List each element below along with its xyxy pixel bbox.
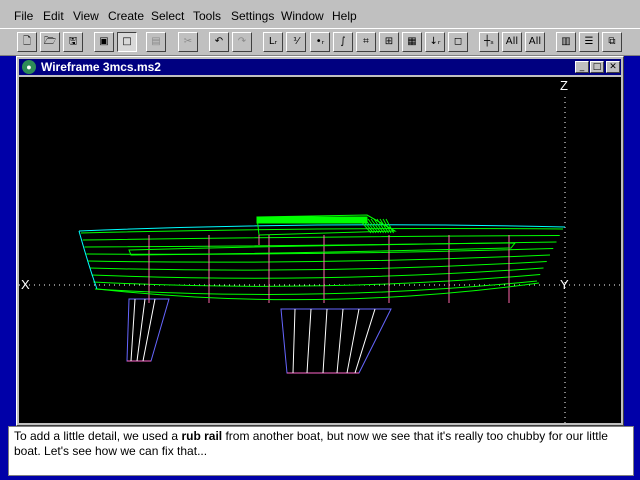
hull-waterline [87, 254, 551, 263]
fraction-button[interactable]: ⅟ [286, 32, 306, 52]
cut-button[interactable]: ✂ [178, 32, 198, 52]
new-document-icon: 🗋 [22, 36, 32, 47]
cabin-hatch-line [361, 218, 374, 234]
hull-waterline [94, 280, 538, 295]
view-window-icon: □ [122, 36, 132, 47]
surface-button[interactable]: ⌗ [356, 32, 376, 52]
new-document-button[interactable]: 🗋 [17, 32, 37, 52]
hull-waterline [93, 274, 541, 287]
redo-button[interactable]: ↷ [232, 32, 252, 52]
mesh-button[interactable]: ▦ [402, 32, 422, 52]
wireframe-window: ● Wireframe 3mcs.ms2 _ □ ✕ X Y Z [16, 56, 624, 426]
caption-text-bold: rub rail [181, 429, 223, 443]
save-button[interactable]: 🖫 [63, 32, 83, 52]
table-icon: ▤ [151, 36, 161, 47]
cabin-hatch-line [364, 218, 377, 234]
keel-line [336, 308, 344, 374]
cascade-icon: ⧉ [608, 36, 616, 47]
curve-button[interactable]: ∫ [333, 32, 353, 52]
measure-icon: ┼ₛ [484, 36, 494, 47]
all-minus-button[interactable]: All [525, 32, 545, 52]
z-axis-label: Z [560, 78, 568, 93]
wireframe-viewport[interactable]: X Y Z [19, 77, 621, 423]
surface-icon: ⌗ [363, 36, 369, 47]
tutorial-caption: To add a little detail, we used a rub ra… [8, 426, 634, 476]
menu-tools[interactable]: Tools [193, 9, 221, 23]
keel-line [292, 308, 296, 374]
table-button[interactable]: ▤ [146, 32, 166, 52]
fin-keel-rear [280, 308, 392, 374]
keel-station-lines [130, 298, 376, 374]
menu-select[interactable]: Select [151, 9, 184, 23]
point-button[interactable]: •ᵣ [310, 32, 330, 52]
box-icon: ◻ [453, 36, 463, 47]
mesh-icon: ▦ [407, 36, 417, 47]
app-icon: ● [22, 60, 36, 74]
all-minus-icon: All [528, 36, 542, 47]
menu-window[interactable]: Window [281, 9, 324, 23]
caption-text-pre: To add a little detail, we used a [14, 429, 182, 443]
keel-line [136, 298, 146, 362]
menu-view[interactable]: View [73, 9, 99, 23]
redo-icon: ↷ [237, 36, 247, 47]
arrow-down-icon: ↓ᵣ [429, 36, 441, 47]
view-frame-button[interactable]: ▣ [94, 32, 114, 52]
hull-waterline [82, 235, 560, 241]
menu-bar: File Edit View Create Select Tools Settings Win… [0, 0, 640, 28]
window-titlebar[interactable]: ● Wireframe 3mcs.ms2 _ □ ✕ [19, 59, 621, 75]
close-button[interactable]: ✕ [606, 61, 620, 73]
minimize-button[interactable]: _ [575, 61, 589, 73]
keel-line [346, 308, 360, 374]
keel-line [354, 308, 376, 374]
view-window-button[interactable]: □ [117, 32, 137, 52]
fraction-icon: ⅟ [293, 36, 299, 47]
arrow-down-button[interactable]: ↓ᵣ [425, 32, 445, 52]
menu-create[interactable]: Create [108, 9, 144, 23]
box-button[interactable]: ◻ [448, 32, 468, 52]
keel-line [322, 308, 328, 374]
measure-button[interactable]: ┼ₛ [479, 32, 499, 52]
save-icon: 🖫 [68, 36, 78, 47]
menu-edit[interactable]: Edit [43, 9, 64, 23]
cascade-button[interactable]: ⧉ [602, 32, 622, 52]
keel-line [130, 298, 136, 362]
maximize-button[interactable]: □ [590, 61, 604, 73]
curve-icon: ∫ [340, 36, 346, 47]
tile-vertical-button[interactable]: ▥ [556, 32, 576, 52]
menu-settings[interactable]: Settings [231, 9, 274, 23]
menu-file[interactable]: File [14, 9, 33, 23]
grid-icon: ⊞ [384, 36, 394, 47]
tile-vertical-icon: ▥ [561, 36, 571, 47]
grid-button[interactable]: ⊞ [379, 32, 399, 52]
keel-line [306, 308, 312, 374]
toolbar: 🗋 🗁 🖫 ▣ □ ▤ ✂ ↶ ↷ Lᵣ ⅟ •ᵣ ∫ ⌗ ⊞ ▦ ↓ᵣ ◻ ┼ₛ All All ▥ ☰ ⧉ [0, 28, 640, 56]
wireframe-canvas [19, 97, 621, 423]
hull-waterlines [80, 228, 564, 295]
cut-icon: ✂ [183, 36, 193, 47]
undo-button[interactable]: ↶ [209, 32, 229, 52]
hull-waterline [89, 261, 547, 271]
menu-help[interactable]: Help [332, 9, 357, 23]
hull-waterline [80, 228, 564, 234]
deck-line [78, 224, 566, 232]
tile-horizontal-icon: ☰ [584, 36, 594, 47]
line-button[interactable]: Lᵣ [263, 32, 283, 52]
tile-horizontal-button[interactable]: ☰ [579, 32, 599, 52]
x-axis-label: X [21, 277, 30, 292]
line-icon: Lᵣ [268, 36, 278, 47]
all-plus-icon: All [505, 36, 519, 47]
open-folder-button[interactable]: 🗁 [40, 32, 60, 52]
point-icon: •ᵣ [315, 36, 325, 47]
open-folder-icon: 🗁 [43, 36, 57, 47]
view-frame-icon: ▣ [99, 36, 109, 47]
undo-icon: ↶ [214, 36, 224, 47]
all-plus-button[interactable]: All [502, 32, 522, 52]
window-title: Wireframe 3mcs.ms2 [41, 60, 161, 74]
y-axis-label: Y [560, 277, 569, 292]
